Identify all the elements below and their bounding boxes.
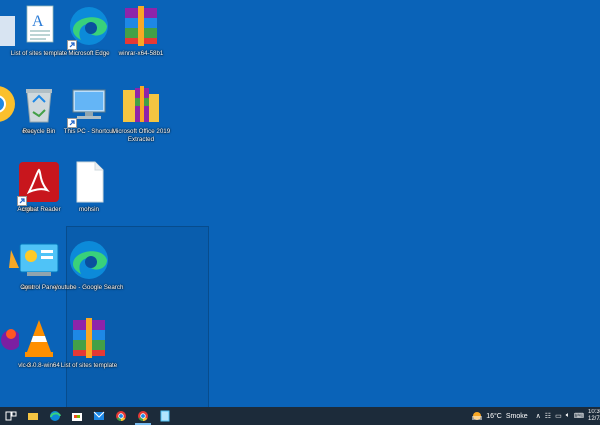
display-icon[interactable]: ▭ (555, 412, 562, 420)
taskbar-file-explorer[interactable] (22, 407, 44, 425)
taskbar-mail[interactable] (88, 407, 110, 425)
edge-icon (50, 411, 61, 421)
taskbar-chrome-active[interactable] (132, 407, 154, 425)
icon-label: winrar-x64-58b1 (118, 50, 164, 57)
desktop-icon-winrar-x64[interactable]: winrar-x64-58b1 (104, 4, 178, 58)
weather-icon[interactable] (471, 411, 483, 421)
desktop-icon-microsoft-office-2019-extracted[interactable]: Microsoft Office 2019 Extracted (104, 82, 178, 143)
icon-label: youtube - Google Search (54, 284, 124, 291)
taskbar-chrome[interactable] (110, 407, 132, 425)
chevron-up-icon[interactable]: ∧ (536, 412, 541, 420)
desktop-icon-list-of-sites-template-rar[interactable]: List of sites template (52, 316, 126, 370)
system-tray: 16°C Smoke ∧ ☷ ▭ 🔈︎ ⌨ 10:30 12/7/ (471, 407, 600, 425)
desktop[interactable]: ome ogle ayer n - A List of sites templa… (0, 0, 600, 407)
chrome-icon (116, 411, 126, 421)
taskbar-store[interactable] (66, 407, 88, 425)
edge-icon (67, 238, 111, 282)
taskbar: 16°C Smoke ∧ ☷ ▭ 🔈︎ ⌨ 10:30 12/7/ (0, 407, 600, 425)
taskbar-app[interactable] (154, 407, 176, 425)
icon-label: Microsoft Office 2019 Extracted (111, 128, 171, 143)
task-view-button[interactable] (0, 407, 22, 425)
weather-description[interactable]: Smoke (506, 413, 528, 420)
network-icon[interactable]: ☷ (545, 412, 551, 420)
icon-label: mohsin (79, 206, 99, 213)
desktop-icon-mohsin[interactable]: mohsin (52, 160, 126, 214)
clock-time: 10:30 (588, 409, 600, 415)
volume-icon[interactable]: 🔈︎ (566, 412, 570, 420)
winrar-archive-icon (119, 4, 163, 48)
blank-file-icon (67, 160, 111, 204)
task-view-icon (5, 411, 17, 421)
taskbar-edge[interactable] (44, 407, 66, 425)
clock[interactable]: 10:30 12/7/ (588, 409, 600, 423)
shortcut-arrow-icon (67, 40, 77, 50)
weather-temperature[interactable]: 16°C (486, 413, 502, 420)
clock-date: 12/7/ (588, 416, 600, 422)
folder-archive-icon (119, 82, 163, 126)
icon-label: List of sites template (60, 362, 118, 369)
svg-text:A: A (32, 13, 44, 30)
winrar-archive-icon (67, 316, 111, 360)
desktop-icon-youtube-google-search[interactable]: youtube - Google Search (52, 238, 126, 292)
folder-icon (28, 413, 38, 420)
shortcut-arrow-icon (67, 118, 77, 128)
app-icon (160, 410, 170, 422)
keyboard-icon[interactable]: ⌨ (574, 412, 584, 420)
chrome-icon (138, 411, 148, 421)
shortcut-arrow-icon (17, 196, 27, 206)
store-icon (72, 413, 82, 421)
mail-icon (93, 411, 105, 420)
